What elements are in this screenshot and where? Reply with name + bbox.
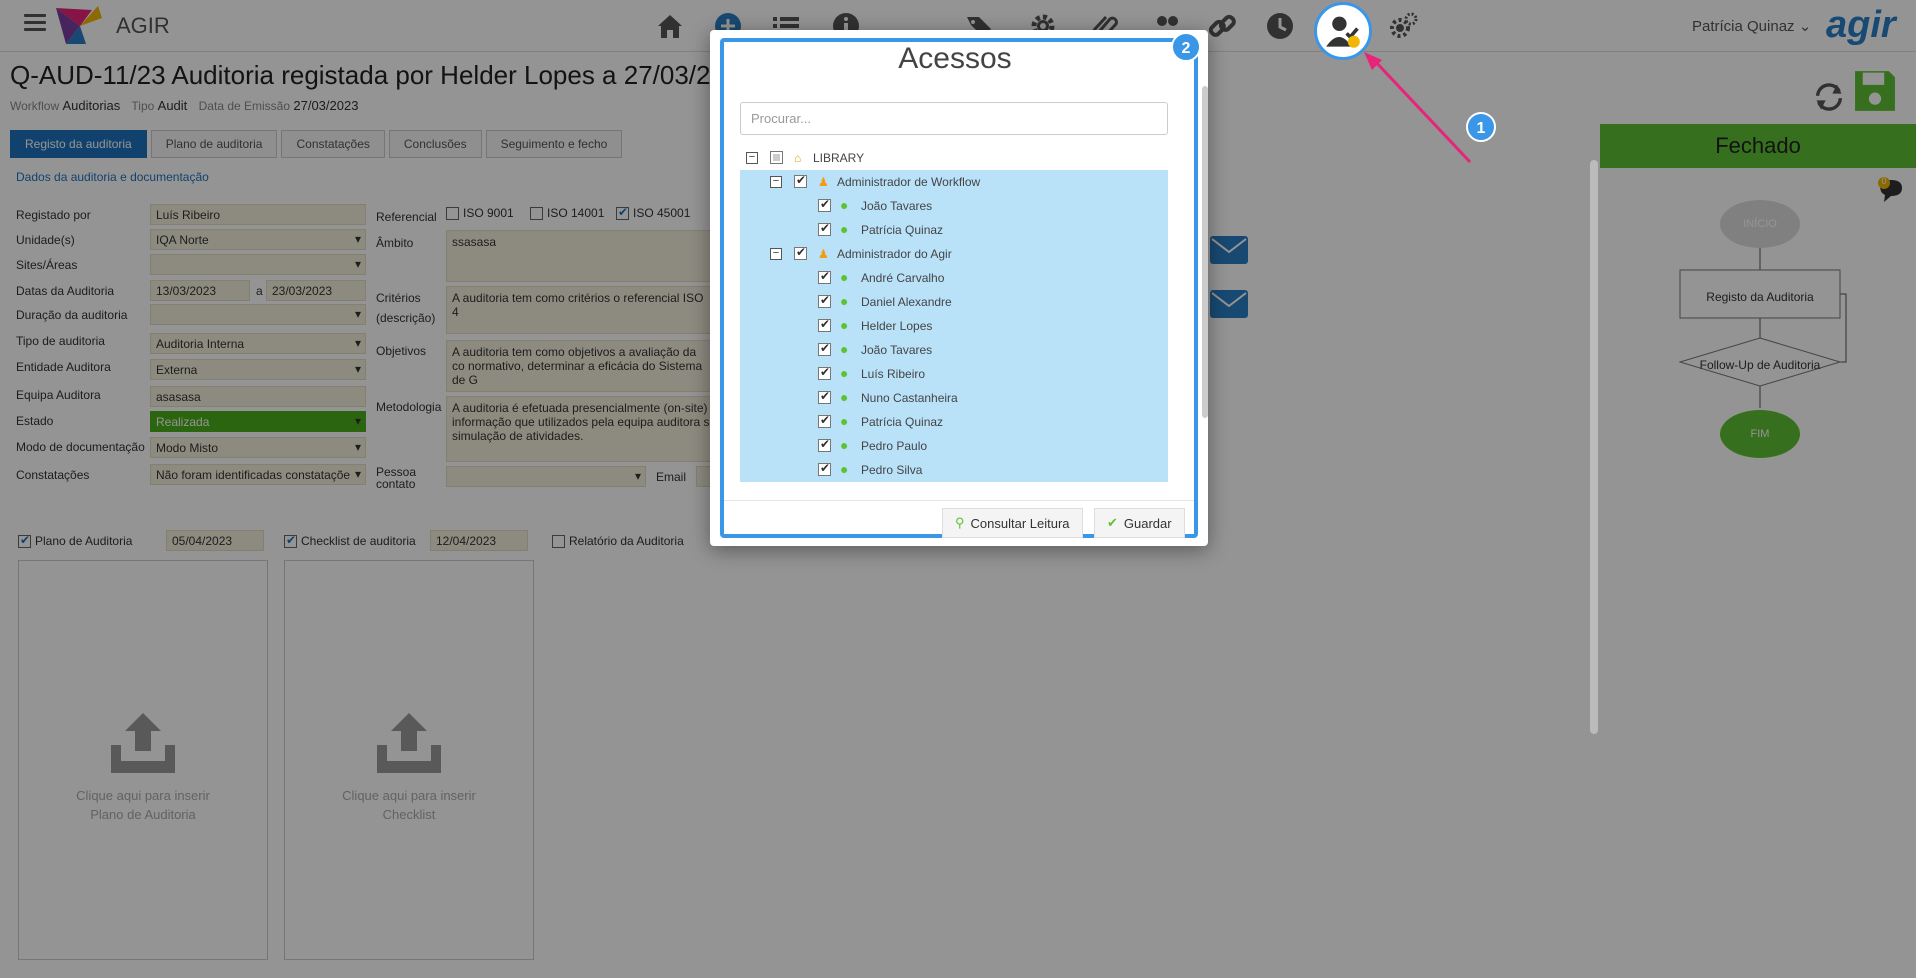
tree-group[interactable]: − ♟ Administrador do Agir — [740, 242, 1168, 266]
group-icon: ♟ — [818, 175, 829, 189]
user-icon: ● — [840, 293, 849, 309]
annotation-arrow — [1364, 52, 1472, 164]
tree-user[interactable]: ●Nuno Castanheira — [740, 386, 1168, 410]
group-icon: ♟ — [818, 247, 829, 261]
search-icon: ⚲ — [955, 515, 965, 530]
check-icon: ✔ — [1107, 515, 1118, 530]
consultar-leitura-button[interactable]: ⚲ Consultar Leitura — [942, 508, 1083, 538]
modal-scrollbar[interactable] — [1202, 86, 1208, 418]
user-icon: ● — [840, 269, 849, 285]
tree-user[interactable]: ●Luís Ribeiro — [740, 362, 1168, 386]
guardar-button[interactable]: ✔ Guardar — [1094, 508, 1185, 538]
tree-user[interactable]: ●Patrícia Quinaz — [740, 410, 1168, 434]
tree-user[interactable]: ●Daniel Alexandre — [740, 290, 1168, 314]
tree-group[interactable]: − ♟ Administrador de Workflow — [740, 170, 1168, 194]
modal-search-input[interactable]: Procurar... — [740, 102, 1168, 135]
user-icon: ● — [840, 389, 849, 405]
user-icon: ● — [840, 341, 849, 357]
page-scrollbar[interactable] — [1590, 160, 1598, 734]
home-icon: ⌂ — [794, 151, 802, 165]
tree-user[interactable]: ●Pedro Paulo — [740, 434, 1168, 458]
user-icon: ● — [840, 413, 849, 429]
access-tree: − ⌂ LIBRARY − ♟ Administrador de Workflo… — [740, 146, 1168, 486]
tree-user[interactable]: ●Helder Lopes — [740, 314, 1168, 338]
modal-footer-divider — [724, 500, 1194, 501]
tree-user[interactable]: ●João Tavares — [740, 338, 1168, 362]
user-access-icon — [1326, 16, 1360, 48]
callout-badge-1: 1 — [1466, 112, 1496, 142]
tree-user[interactable]: ●Pedro Silva — [740, 458, 1168, 482]
tree-root[interactable]: − ⌂ LIBRARY — [740, 146, 1168, 170]
modal-title: Acessos — [898, 42, 1012, 75]
user-icon: ● — [840, 365, 849, 381]
tree-user[interactable]: ●Patrícia Quinaz — [740, 218, 1168, 242]
user-icon: ● — [840, 461, 849, 477]
user-icon: ● — [840, 317, 849, 333]
user-icon: ● — [840, 221, 849, 237]
user-icon: ● — [840, 437, 849, 453]
user-icon: ● — [840, 197, 849, 213]
tree-user[interactable]: ●André Carvalho — [740, 266, 1168, 290]
tree-user[interactable]: ●João Tavares — [740, 194, 1168, 218]
